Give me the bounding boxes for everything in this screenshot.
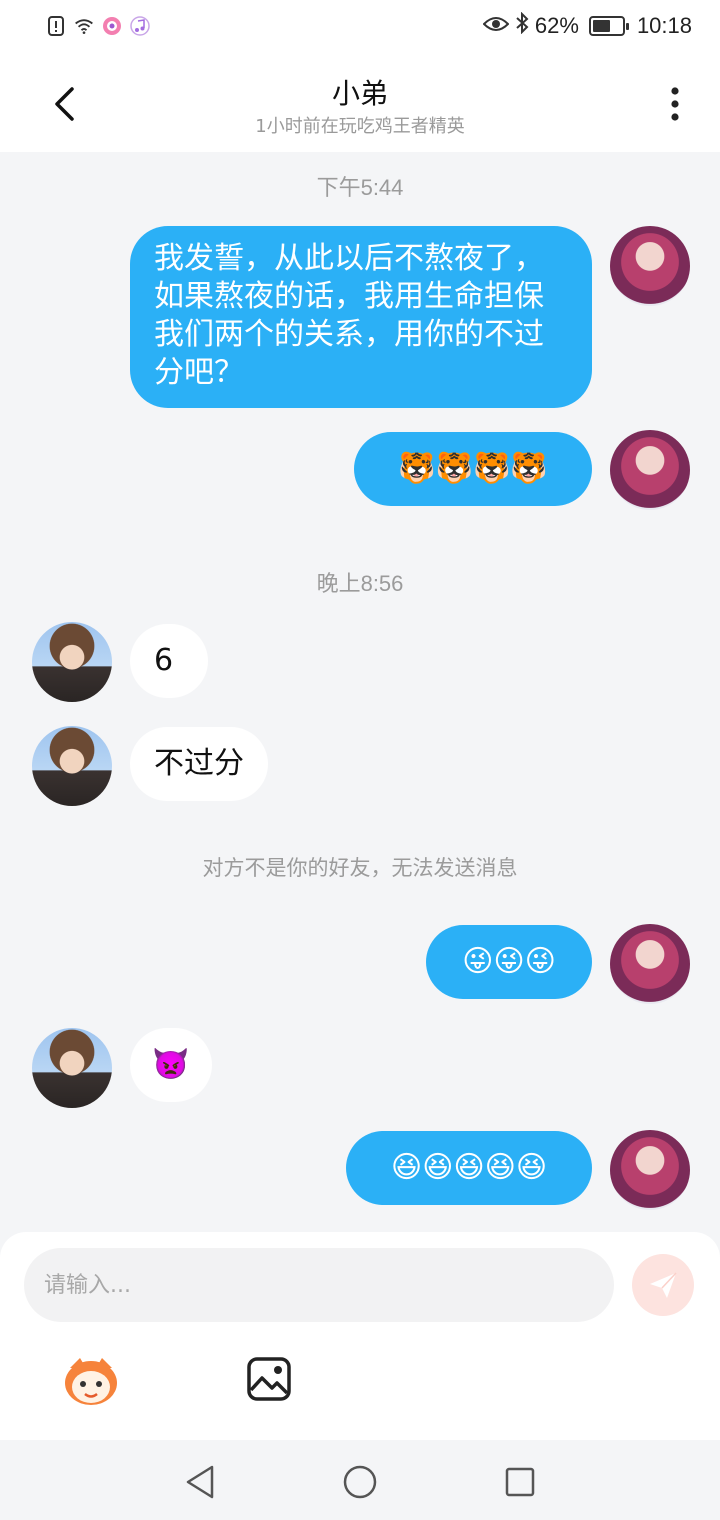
app-notification-icon xyxy=(102,15,122,37)
send-button[interactable] xyxy=(632,1254,694,1316)
more-vertical-icon xyxy=(671,87,679,121)
my-avatar[interactable] xyxy=(610,430,690,510)
message-text: 不过分 xyxy=(154,746,244,781)
message-input[interactable] xyxy=(24,1248,614,1322)
emoji-text: 😆😆😆😆😆 xyxy=(390,1150,548,1185)
message-bubble-incoming[interactable]: 6 xyxy=(130,624,208,698)
my-avatar[interactable] xyxy=(610,924,690,1004)
message-bubble-outgoing[interactable]: 🐯🐯🐯🐯 xyxy=(354,432,592,506)
system-nav-bar xyxy=(0,1440,720,1520)
emoji-text: 😜😜😜 xyxy=(462,944,556,979)
wifi-icon xyxy=(74,15,94,37)
image-picker-button[interactable] xyxy=(246,1356,292,1402)
status-icons-right: 62% 10:18 xyxy=(482,11,692,40)
timestamp: 下午5:44 xyxy=(316,175,404,200)
contact-status: 1小时前在玩吃鸡王者精英 xyxy=(255,116,465,137)
contact-avatar[interactable] xyxy=(32,622,112,702)
mascot-sticker-icon xyxy=(65,1358,117,1405)
system-notice: 对方不是你的好友，无法发送消息 xyxy=(202,856,518,880)
status-icons-left xyxy=(46,15,150,37)
timestamp: 晚上8:56 xyxy=(316,571,404,596)
message-bubble-incoming[interactable]: 不过分 xyxy=(130,727,268,801)
my-avatar[interactable] xyxy=(610,1130,690,1210)
message-line: 如果熬夜的话，我用生命担保 xyxy=(154,279,544,314)
bluetooth-icon xyxy=(515,11,529,40)
message-text: 6 xyxy=(154,643,174,678)
message-bubble-incoming[interactable]: 👿 xyxy=(130,1028,212,1102)
message-bubble-outgoing[interactable]: 😜😜😜 xyxy=(426,925,592,999)
message-line: 分吧？ xyxy=(154,355,244,390)
status-bar: 62% 10:18 xyxy=(0,0,720,56)
sticker-emoji: 🐯🐯🐯🐯 xyxy=(398,451,548,486)
eye-comfort-icon xyxy=(482,13,510,39)
my-avatar[interactable] xyxy=(610,226,690,306)
triangle-back-icon xyxy=(186,1465,214,1499)
message-bubble-outgoing[interactable]: 😆😆😆😆😆 xyxy=(346,1131,592,1205)
circle-home-icon xyxy=(343,1465,377,1499)
emoji-text: 👿 xyxy=(152,1047,190,1082)
sticker-button[interactable] xyxy=(62,1354,120,1408)
message-line: 我发誓，从此以后不熬夜了， xyxy=(154,241,544,276)
nav-home-button[interactable] xyxy=(340,1462,380,1502)
nav-recents-button[interactable] xyxy=(500,1462,540,1502)
nav-back-button[interactable] xyxy=(180,1462,220,1502)
battery-level xyxy=(592,20,610,32)
clock: 10:18 xyxy=(636,13,692,38)
square-recents-icon xyxy=(505,1467,535,1497)
more-options-button[interactable] xyxy=(660,82,690,126)
alert-sim-icon xyxy=(46,15,66,37)
paper-plane-icon xyxy=(650,1272,677,1298)
contact-avatar[interactable] xyxy=(32,726,112,806)
composer-panel xyxy=(0,1232,720,1440)
music-app-icon xyxy=(130,15,150,37)
battery-percent: 62% xyxy=(534,13,579,38)
battery-icon xyxy=(588,16,629,36)
image-icon xyxy=(247,1357,291,1401)
message-bubble-outgoing[interactable]: 我发誓，从此以后不熬夜了， 如果熬夜的话，我用生命担保 我们两个的关系，用你的不… xyxy=(130,226,592,408)
page-title: 小弟 xyxy=(331,77,388,110)
message-line: 我们两个的关系，用你的不过 xyxy=(154,317,544,352)
contact-avatar[interactable] xyxy=(32,1028,112,1108)
chat-header: 小弟 1小时前在玩吃鸡王者精英 xyxy=(0,56,720,152)
